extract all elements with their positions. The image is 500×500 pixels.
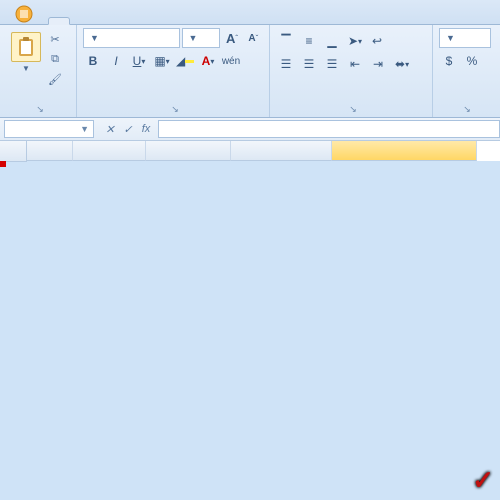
group-title-number xyxy=(439,102,491,117)
align-right-button[interactable]: ☰ xyxy=(322,54,342,74)
col-header-B[interactable] xyxy=(73,141,146,161)
chevron-down-icon: ▼ xyxy=(189,33,198,43)
underline-button[interactable]: U▾ xyxy=(129,51,149,71)
chevron-down-icon: ▼ xyxy=(90,33,99,43)
wrap-icon: ↩ xyxy=(372,34,382,48)
cut-button[interactable]: ✂ xyxy=(46,30,64,48)
tab-data[interactable] xyxy=(136,17,158,24)
name-box[interactable]: ▼ xyxy=(4,120,94,138)
copy-icon: ⧉ xyxy=(51,53,59,66)
col-header-C[interactable] xyxy=(146,141,231,161)
align-top-button[interactable]: ▔ xyxy=(276,31,296,51)
increase-indent-button[interactable]: ⇥ xyxy=(368,54,388,74)
align-left-button[interactable]: ☰ xyxy=(276,54,296,74)
tab-review[interactable] xyxy=(158,17,180,24)
col-header-D[interactable] xyxy=(231,141,332,161)
font-size-combo[interactable]: ▼ xyxy=(182,28,221,48)
office-button[interactable] xyxy=(4,4,44,24)
merge-center-button[interactable]: ⬌▾ xyxy=(391,54,413,74)
group-title-clipboard xyxy=(6,102,70,117)
number-format-combo[interactable]: ▼ xyxy=(439,28,491,48)
percent-format-button[interactable]: % xyxy=(462,51,482,71)
fill-color-button[interactable]: ◢ xyxy=(175,51,195,71)
tab-page-layout[interactable] xyxy=(92,17,114,24)
tab-view[interactable] xyxy=(180,17,202,24)
bold-button[interactable]: B xyxy=(83,51,103,71)
chevron-down-icon: ▼ xyxy=(80,124,89,134)
border-button[interactable]: ▦▾ xyxy=(152,51,172,71)
wrap-text-button[interactable]: ↩ xyxy=(368,31,386,51)
column-headers xyxy=(26,141,500,161)
group-font: ▼ ▼ Aˆ Aˇ B I U▾ ▦▾ ◢ A▾ wén xyxy=(77,25,270,117)
group-clipboard: ▼ ✂ ⧉ 🖌 xyxy=(0,25,77,117)
group-number: ▼ $ % xyxy=(433,25,497,117)
brush-icon: 🖌 xyxy=(48,73,62,86)
group-title-alignment xyxy=(276,102,426,117)
cancel-formula-button[interactable]: ✕ xyxy=(102,121,118,137)
align-center-button[interactable]: ☰ xyxy=(299,54,319,74)
group-alignment: ▔ ≡ ▁ ➤▾ ↩ ☰ ☰ ☰ ⇤ ⇥ ⬌▾ xyxy=(270,25,433,117)
shrink-font-button[interactable]: Aˇ xyxy=(244,28,263,48)
ribbon-tab-strip xyxy=(0,0,500,25)
phonetic-button[interactable]: wén xyxy=(221,51,241,71)
tab-formulas[interactable] xyxy=(114,17,136,24)
group-title-font xyxy=(83,102,263,117)
align-middle-button[interactable]: ≡ xyxy=(299,31,319,51)
formula-bar-row: ▼ ✕ ✓ fx xyxy=(0,118,500,141)
ribbon: ▼ ✂ ⧉ 🖌 ▼ ▼ Aˆ Aˇ B I U▾ ▦▾ ◢ xyxy=(0,25,500,118)
scissors-icon: ✂ xyxy=(50,33,59,46)
select-all-corner[interactable] xyxy=(0,141,27,162)
paste-button[interactable]: ▼ xyxy=(6,28,46,88)
font-color-button[interactable]: A▾ xyxy=(198,51,218,71)
grow-font-button[interactable]: Aˆ xyxy=(222,28,241,48)
italic-button[interactable]: I xyxy=(106,51,126,71)
tab-insert[interactable] xyxy=(70,17,92,24)
clipboard-icon xyxy=(11,32,41,62)
insert-function-button[interactable]: fx xyxy=(138,121,154,137)
col-header-A[interactable] xyxy=(26,141,73,161)
bucket-icon: ◢ xyxy=(176,54,185,68)
align-bottom-button[interactable]: ▁ xyxy=(322,31,342,51)
font-name-combo[interactable]: ▼ xyxy=(83,28,180,48)
formula-bar[interactable] xyxy=(158,120,500,138)
col-header-E[interactable] xyxy=(332,141,477,161)
watermark: ✓ xyxy=(468,465,494,496)
worksheet[interactable] xyxy=(0,141,500,161)
enter-formula-button[interactable]: ✓ xyxy=(120,121,136,137)
merge-icon: ⬌ xyxy=(395,57,405,71)
orientation-button[interactable]: ➤▾ xyxy=(345,31,365,51)
check-icon: ✓ xyxy=(472,465,494,496)
accounting-format-button[interactable]: $ xyxy=(439,51,459,71)
decrease-indent-button[interactable]: ⇤ xyxy=(345,54,365,74)
tab-home[interactable] xyxy=(48,17,70,25)
copy-button[interactable]: ⧉ xyxy=(46,50,64,68)
format-painter-button[interactable]: 🖌 xyxy=(46,70,64,88)
border-icon: ▦ xyxy=(154,54,165,68)
